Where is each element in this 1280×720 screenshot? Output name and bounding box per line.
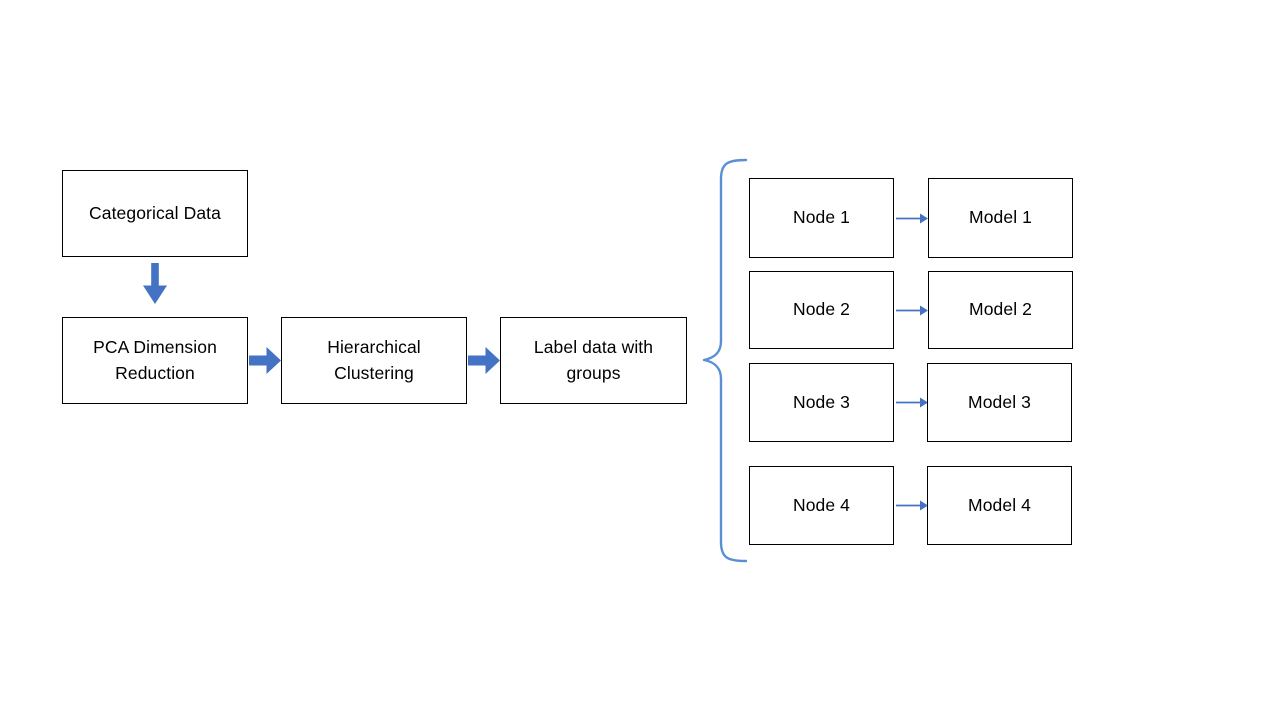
node-box-3[interactable]: Node 3 <box>749 363 894 442</box>
process-box-hierarchical-clustering-label: Hierarchical Clustering <box>327 337 421 383</box>
process-box-label-data-with-groups[interactable]: Label data with groups <box>500 317 687 404</box>
model-box-1-label: Model 1 <box>969 207 1032 228</box>
arrow-pca-to-clustering <box>249 346 282 375</box>
model-box-1[interactable]: Model 1 <box>928 178 1073 258</box>
model-box-4[interactable]: Model 4 <box>927 466 1072 545</box>
arrow-node-4-to-model-4 <box>896 497 929 514</box>
model-box-2-label: Model 2 <box>969 299 1032 320</box>
node-box-2-label: Node 2 <box>792 299 851 320</box>
diagram-canvas: Categorical Data PCA Dimension Reduction… <box>0 0 1280 720</box>
model-box-2[interactable]: Model 2 <box>928 271 1073 349</box>
node-box-1-label: Node 1 <box>792 207 851 228</box>
arrow-clustering-to-label <box>468 346 501 375</box>
arrow-categorical-to-pca <box>142 263 168 305</box>
node-box-3-label: Node 3 <box>792 391 851 412</box>
process-box-hierarchical-clustering[interactable]: Hierarchical Clustering <box>281 317 467 404</box>
process-box-categorical-data-label: Categorical Data <box>89 202 221 223</box>
model-box-4-label: Model 4 <box>968 494 1031 515</box>
process-box-label-data-with-groups-label: Label data with groups <box>533 337 654 383</box>
model-box-3[interactable]: Model 3 <box>927 363 1072 442</box>
left-curly-brace-icon <box>698 155 754 567</box>
process-box-categorical-data[interactable]: Categorical Data <box>62 170 248 257</box>
arrow-node-2-to-model-2 <box>896 302 929 319</box>
process-box-pca-dimension-reduction[interactable]: PCA Dimension Reduction <box>62 317 248 404</box>
process-box-pca-dimension-reduction-label: PCA Dimension Reduction <box>93 337 217 383</box>
node-box-1[interactable]: Node 1 <box>749 178 894 258</box>
node-box-4[interactable]: Node 4 <box>749 466 894 545</box>
node-box-2[interactable]: Node 2 <box>749 271 894 349</box>
model-box-3-label: Model 3 <box>968 391 1031 412</box>
arrow-node-1-to-model-1 <box>896 210 929 227</box>
arrow-node-3-to-model-3 <box>896 394 929 411</box>
node-box-4-label: Node 4 <box>792 494 851 515</box>
